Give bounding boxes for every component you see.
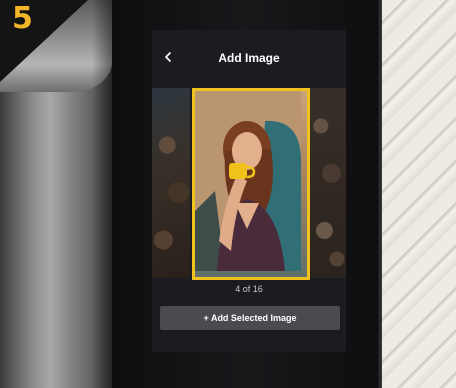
image-carousel[interactable] [152, 88, 346, 280]
previous-image-thumbnail[interactable] [152, 88, 190, 278]
textured-wall [382, 0, 456, 388]
device-screen: Add Image 4 of 16 + Add Selected Image [152, 30, 346, 352]
page-title: Add Image [218, 51, 280, 65]
step-number: 5 [12, 1, 33, 36]
add-selected-image-button[interactable]: + Add Selected Image [160, 306, 340, 330]
selected-image[interactable] [192, 88, 310, 280]
image-counter: 4 of 16 [235, 284, 263, 294]
woman-drinking-coffee-photo [195, 91, 301, 271]
next-image-thumbnail[interactable] [310, 88, 346, 278]
screen-header: Add Image [152, 30, 346, 86]
